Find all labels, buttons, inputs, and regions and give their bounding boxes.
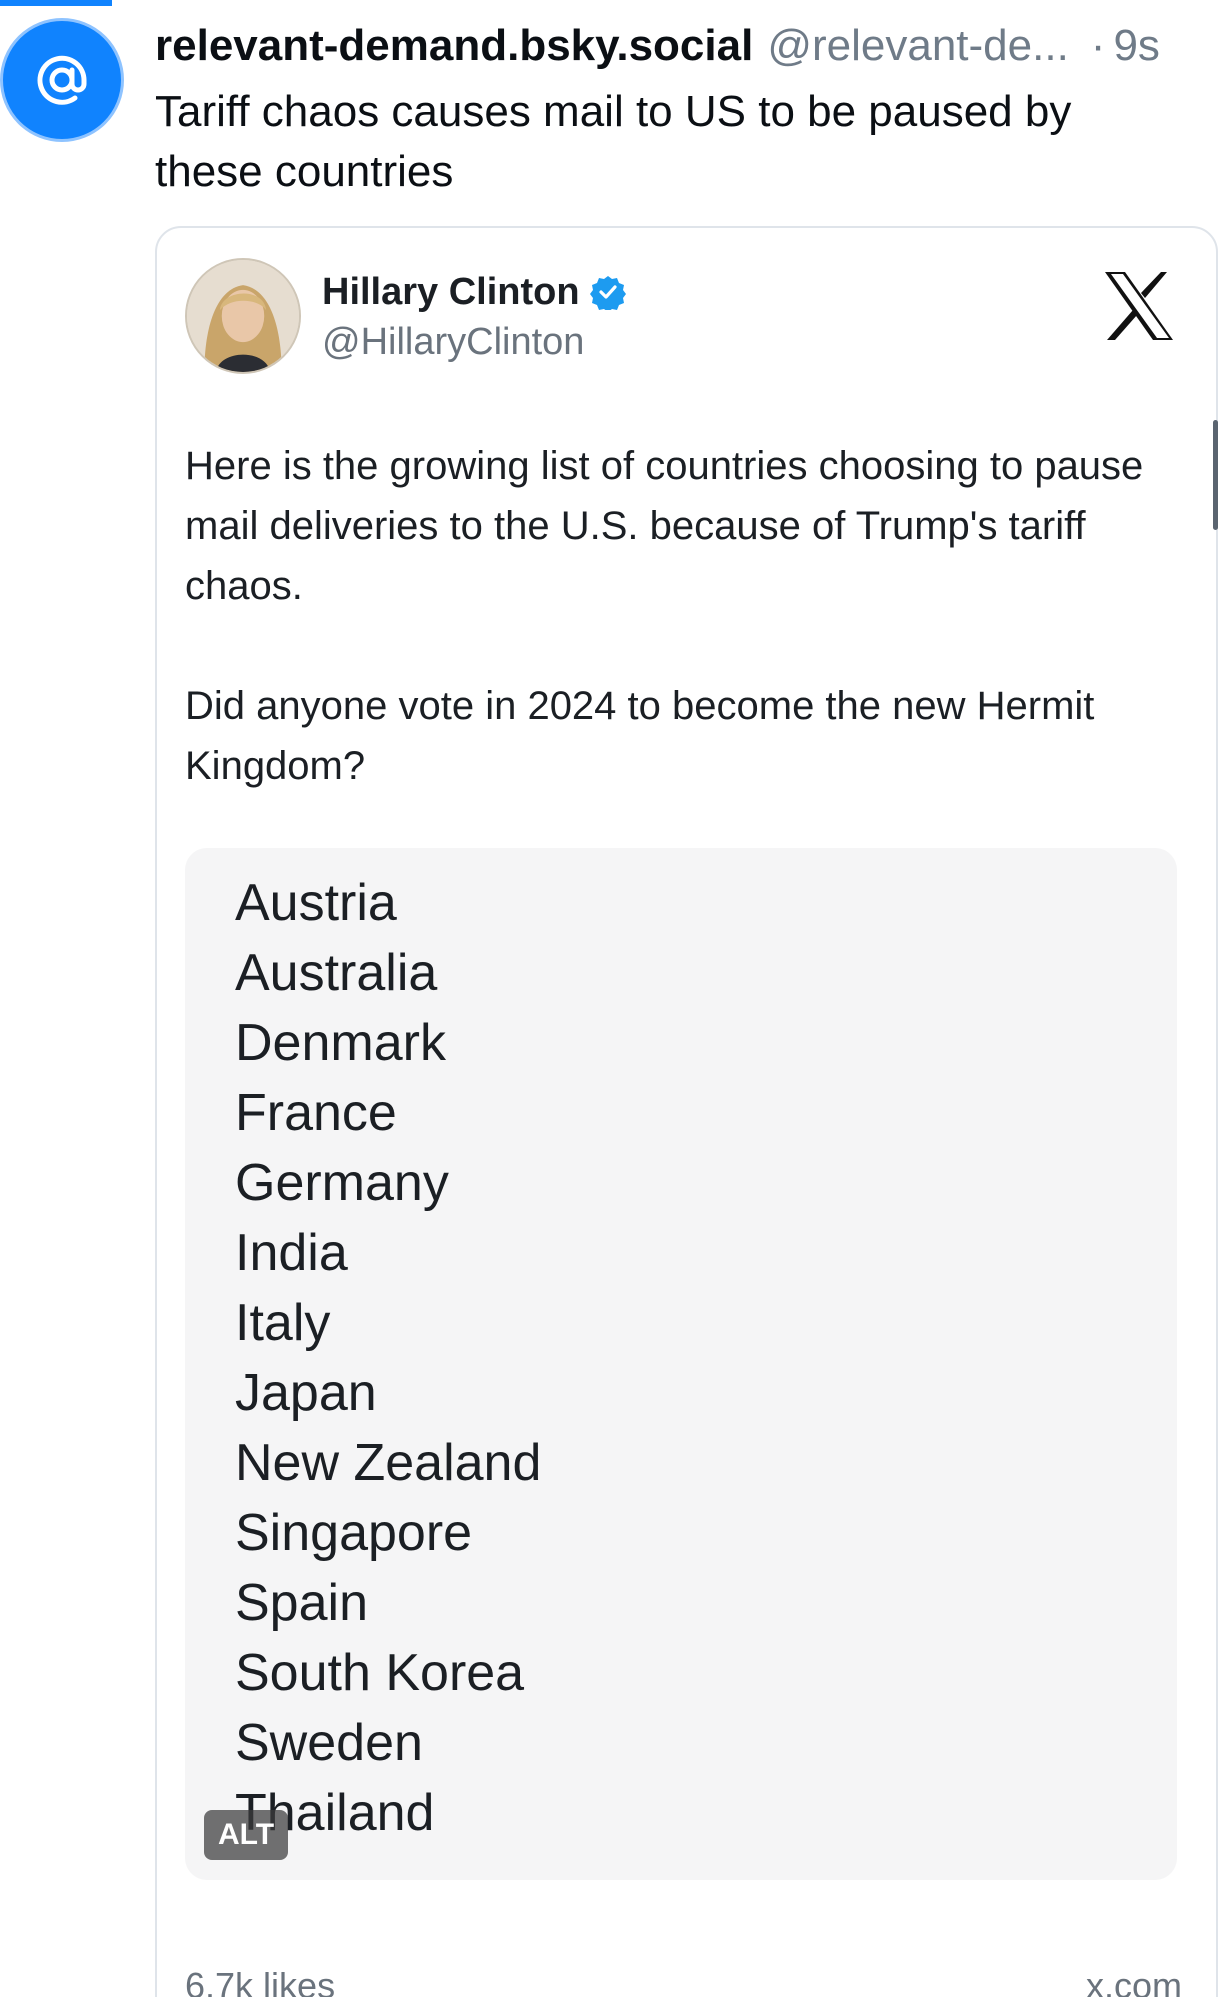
- author-display-name[interactable]: relevant-demand.bsky.social: [155, 18, 753, 74]
- scroll-indicator[interactable]: [1213, 420, 1218, 530]
- tweet-author-name-text: Hillary Clinton: [322, 271, 580, 313]
- country-list-item: Australia: [235, 944, 438, 1002]
- verified-badge-icon: [589, 276, 626, 310]
- country-list: Austria Australia Denmark France Germany Indi…: [235, 868, 541, 1848]
- country-list-item: Singapore: [235, 1504, 473, 1562]
- country-list-item: Japan: [235, 1364, 377, 1422]
- tweet-likes: 6.7k likes: [185, 1965, 336, 1997]
- tweet-author-name: Hillary Clinton: [322, 268, 626, 316]
- country-list-item: France: [235, 1084, 397, 1142]
- country-list-item: South Korea: [235, 1644, 525, 1702]
- tweet-text: Here is the growing list of countries ch…: [185, 436, 1185, 856]
- country-list-box: Austria Australia Denmark France Germany Indi…: [185, 848, 1177, 1880]
- top-progress-bar: [0, 0, 112, 6]
- tweet-screenshot: Hillary Clinton @HillaryClinton Here is …: [157, 228, 1216, 1997]
- country-list-item: Italy: [235, 1294, 331, 1352]
- separator-dot: ·: [1090, 21, 1106, 70]
- source-domain: x.com: [1085, 1965, 1182, 1997]
- country-list-item: New Zealand: [235, 1434, 542, 1492]
- alt-text-badge[interactable]: ALT: [204, 1810, 288, 1860]
- post-header: relevant-demand.bsky.social @relevant-de…: [155, 18, 1218, 74]
- author-handle[interactable]: @relevant-de...: [767, 18, 1068, 74]
- country-list-item: Denmark: [235, 1014, 446, 1072]
- tweet-paragraph-2: Did anyone vote in 2024 to become the ne…: [185, 684, 1095, 788]
- post-text: Tariff chaos causes mail to US to be pau…: [155, 87, 1072, 196]
- tweet-author-avatar: [185, 258, 301, 374]
- country-list-item: Austria: [235, 874, 397, 932]
- country-list-item: Sweden: [235, 1714, 423, 1772]
- x-logo-icon: [1105, 272, 1173, 340]
- embedded-image-card[interactable]: Hillary Clinton @HillaryClinton Here is …: [155, 226, 1218, 1997]
- country-list-item: Spain: [235, 1574, 368, 1632]
- post-timestamp[interactable]: 9s: [1113, 18, 1159, 74]
- country-list-item: India: [235, 1224, 348, 1282]
- country-list-item: Germany: [235, 1154, 449, 1212]
- author-avatar[interactable]: [0, 18, 124, 142]
- tweet-author-handle: @HillaryClinton: [322, 321, 585, 363]
- at-sign-icon: [37, 55, 87, 105]
- tweet-paragraph-1: Here is the growing list of countries ch…: [185, 444, 1144, 608]
